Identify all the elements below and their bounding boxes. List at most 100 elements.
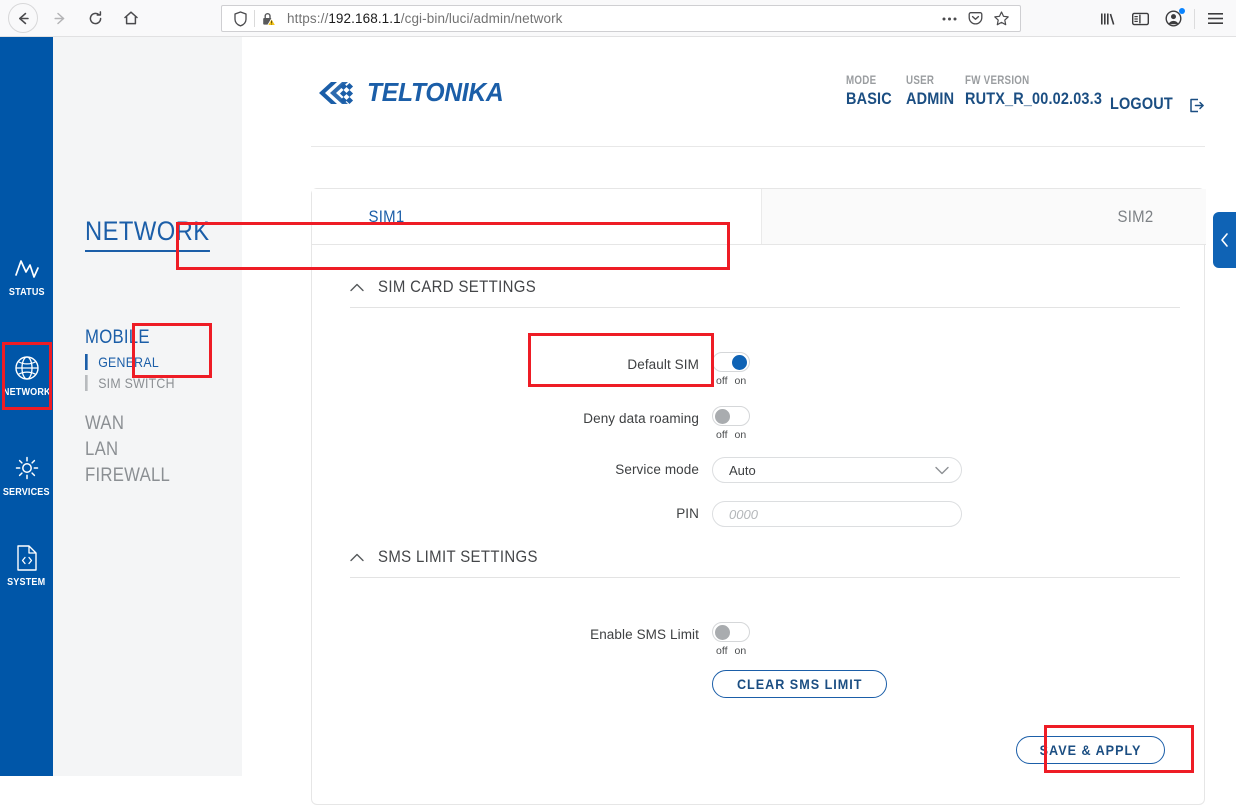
secondary-navigation-panel: NETWORK MOBILE GENERAL SIM SWITCH WAN LA… (53, 37, 242, 776)
pin-input[interactable]: 0000 (712, 501, 962, 527)
row-clear-sms-limit: CLEAR SMS LIMIT (312, 670, 1206, 698)
gear-icon (12, 453, 42, 483)
toggle-on-label: on (734, 375, 747, 387)
tab-sim2[interactable]: SIM2 (760, 189, 1206, 244)
reload-button[interactable] (78, 2, 112, 34)
field-default-sim-label: Default SIM (627, 357, 699, 372)
rail-item-network[interactable]: NETWORK (0, 342, 53, 408)
toggle-off-label: off (716, 645, 728, 657)
menu-link-label: FIREWALL (85, 465, 171, 486)
back-arrow-icon (18, 12, 29, 24)
teltonika-chevrons-icon (319, 81, 354, 104)
toggle-on-label: on (734, 429, 747, 441)
save-apply-wrap: SAVE & APPLY (1015, 736, 1165, 764)
section-header-sms-limit-settings[interactable]: SMS LIMIT SETTINGS (350, 547, 1180, 578)
browser-right-buttons (1091, 0, 1232, 37)
settings-card: SIM1 SIM2 SIM CARD SETTINGS Default SIM (311, 188, 1206, 805)
library-button[interactable] (1091, 3, 1124, 35)
logout-label: LOGOUT (1110, 94, 1173, 113)
ellipsis-icon (942, 17, 956, 20)
field-default-sim: Default SIM off on (312, 352, 1206, 387)
star-icon (993, 11, 1009, 26)
chevron-up-icon (350, 553, 364, 561)
rail-item-label: SYSTEM (7, 575, 46, 588)
menu-item-firewall[interactable]: FIREWALL (85, 465, 182, 487)
hamburger-menu-icon (1208, 13, 1223, 24)
rail-item-status[interactable]: STATUS (0, 242, 53, 308)
section-header-sim-card-settings[interactable]: SIM CARD SETTINGS (350, 277, 1180, 308)
menu-item-general[interactable]: GENERAL (85, 354, 175, 370)
service-mode-select[interactable]: Auto (712, 457, 962, 483)
rail-item-system[interactable]: SYSTEM (0, 532, 53, 598)
main-content: TELTONIKA MODE BASIC USER ADMIN FW VERSI… (242, 37, 1236, 805)
header-fw-value: RUTX_R_00.02.03.3 (965, 89, 1103, 108)
bookmark-button[interactable] (989, 8, 1013, 30)
service-mode-control: Auto (712, 457, 962, 483)
pocket-icon (968, 12, 982, 25)
rail-item-label: STATUS (8, 285, 45, 298)
header-user-caption: USER (906, 75, 935, 87)
logout-button[interactable]: LOGOUT (1110, 94, 1205, 114)
clear-sms-limit-button[interactable]: CLEAR SMS LIMIT (712, 670, 888, 698)
url-bar-actions (937, 8, 1013, 30)
save-apply-button[interactable]: SAVE & APPLY (1015, 736, 1165, 764)
menu-item-lan[interactable]: LAN (85, 439, 123, 461)
chrome-divider (1194, 8, 1195, 29)
chevron-down-icon (935, 466, 949, 474)
menu-group-label[interactable]: MOBILE (85, 327, 175, 349)
tab-sim1[interactable]: SIM1 (312, 189, 761, 244)
default-sim-toggle[interactable] (712, 352, 750, 372)
field-deny-roaming-label: Deny data roaming (583, 411, 699, 426)
library-icon (1100, 13, 1114, 25)
header-info: MODE BASIC USER ADMIN FW VERSION RUTX_R_… (846, 75, 1205, 114)
tracking-protection-button[interactable] (229, 9, 251, 29)
site-security-button[interactable] (258, 9, 280, 29)
url-divider (254, 10, 255, 27)
toggle-on-label: on (734, 645, 747, 657)
menu-item-wan[interactable]: WAN (85, 413, 130, 435)
toggle-off-label: off (716, 375, 728, 387)
field-deny-data-roaming: Deny data roaming off on (312, 406, 1206, 441)
side-panel-toggle[interactable] (1213, 212, 1236, 268)
save-to-pocket-button[interactable] (963, 8, 987, 30)
router-web-ui: STATUS NETWORK SERVICES SYSTEM NETWORK M… (0, 37, 1236, 805)
forward-button[interactable] (42, 2, 76, 34)
page-actions-button[interactable] (937, 8, 961, 30)
lock-warning-icon (263, 12, 277, 26)
field-service-mode: Service mode Auto (312, 457, 1206, 483)
tab-sim2-label: SIM2 (1117, 206, 1154, 226)
code-file-icon (12, 543, 42, 573)
back-button[interactable] (6, 2, 40, 34)
clear-sms-limit-control: CLEAR SMS LIMIT (712, 670, 888, 698)
app-menu-button[interactable] (1199, 3, 1232, 35)
rail-item-services[interactable]: SERVICES (0, 442, 53, 508)
header-fw-caption: FW VERSION (965, 75, 1030, 87)
menu-group-mobile: MOBILE GENERAL SIM SWITCH (85, 327, 187, 391)
chevron-up-icon (350, 283, 364, 291)
header-mode-value[interactable]: BASIC (846, 89, 897, 109)
deny-roaming-toggle-labels: off on (712, 429, 746, 441)
account-button[interactable] (1157, 3, 1190, 35)
toggle-knob (732, 355, 747, 370)
shield-icon (233, 10, 247, 27)
header-fw-version: FW VERSION RUTX_R_00.02.03.3 (965, 75, 1110, 109)
header-user: USER ADMIN (906, 75, 965, 109)
sim-tabs: SIM1 SIM2 (312, 189, 1206, 245)
address-bar[interactable]: https://192.168.1.1/cgi-bin/luci/admin/n… (221, 5, 1021, 32)
rail-item-label: SERVICES (3, 485, 50, 498)
back-button-ring (8, 3, 38, 33)
home-icon (124, 11, 138, 25)
deny-roaming-toggle[interactable] (712, 406, 750, 426)
enable-sms-limit-toggle[interactable] (712, 622, 750, 642)
clear-sms-limit-label: CLEAR SMS LIMIT (736, 676, 863, 692)
home-button[interactable] (114, 2, 148, 34)
menu-item-sim-switch[interactable]: SIM SWITCH (85, 375, 175, 391)
url-text[interactable]: https://192.168.1.1/cgi-bin/luci/admin/n… (287, 11, 933, 26)
sidebar-icon (1132, 12, 1150, 25)
toggle-knob (715, 625, 730, 640)
sidebar-button[interactable] (1124, 3, 1157, 35)
field-service-mode-label: Service mode (615, 462, 699, 477)
chevron-left-icon (1221, 233, 1228, 247)
service-mode-value: Auto (729, 462, 756, 478)
rail-item-label: NETWORK (2, 385, 51, 398)
